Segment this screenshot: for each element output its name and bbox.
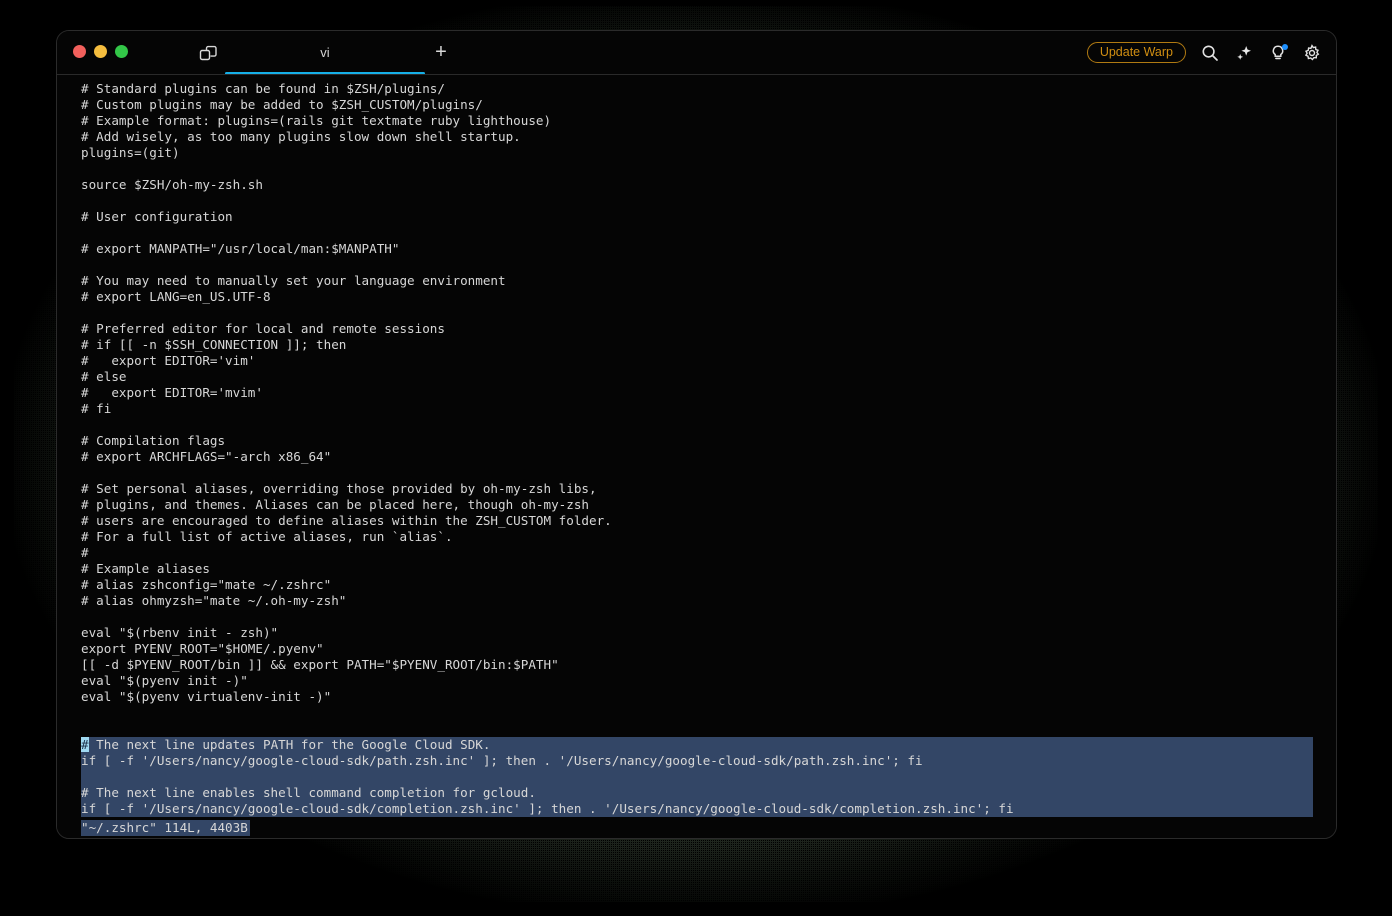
terminal-line: # Preferred editor for local and remote … [81, 321, 445, 336]
terminal-line: [[ -d $PYENV_ROOT/bin ]] && export PATH=… [81, 657, 559, 672]
minimize-button[interactable] [94, 45, 107, 58]
selected-line-3 [81, 769, 1313, 785]
terminal-line: source $ZSH/oh-my-zsh.sh [81, 177, 263, 192]
terminal-line: # For a full list of active aliases, run… [81, 529, 453, 544]
terminal-line: # export LANG=en_US.UTF-8 [81, 289, 271, 304]
terminal-line: # export ARCHFLAGS="-arch x86_64" [81, 449, 332, 464]
selected-line-1-text: The next line updates PATH for the Googl… [88, 737, 491, 752]
selected-line-4: # The next line enables shell command co… [81, 785, 1313, 801]
terminal-line: # Example aliases [81, 561, 210, 576]
terminal-line: # Set personal aliases, overriding those… [81, 481, 597, 496]
vi-cursor: # [81, 737, 89, 752]
terminal-line: # export MANPATH="/usr/local/man:$MANPAT… [81, 241, 400, 256]
terminal-line: # plugins, and themes. Aliases can be pl… [81, 497, 589, 512]
terminal-line: # fi [81, 401, 112, 416]
maximize-button[interactable] [115, 45, 128, 58]
selected-line-5: if [ -f '/Users/nancy/google-cloud-sdk/c… [81, 801, 1313, 817]
terminal-line: # alias zshconfig="mate ~/.zshrc" [81, 577, 332, 592]
split-pane-icon[interactable] [197, 45, 221, 63]
traffic-lights [73, 45, 128, 58]
selected-line-1: # The next line updates PATH for the Goo… [81, 737, 1313, 753]
selected-line-2: if [ -f '/Users/nancy/google-cloud-sdk/p… [81, 753, 1313, 769]
terminal-line: # else [81, 369, 127, 384]
terminal-line: # Compilation flags [81, 433, 226, 448]
gear-icon[interactable] [1302, 43, 1322, 63]
terminal-line: # Example format: plugins=(rails git tex… [81, 113, 552, 128]
lightbulb-icon[interactable] [1268, 43, 1288, 63]
terminal-line: eval "$(rbenv init - zsh)" [81, 625, 279, 640]
terminal-window: vi + Update Warp # Standard plugins can … [56, 30, 1337, 839]
terminal-line: export PYENV_ROOT="$HOME/.pyenv" [81, 641, 324, 656]
terminal-line: # Add wisely, as too many plugins slow d… [81, 129, 521, 144]
terminal-scrollback: # Standard plugins can be found in $ZSH/… [57, 81, 1336, 737]
terminal-line: # You may need to manually set your lang… [81, 273, 506, 288]
terminal-line: # users are encouraged to define aliases… [81, 513, 612, 528]
terminal-line: # export EDITOR='vim' [81, 353, 256, 368]
search-icon[interactable] [1200, 43, 1220, 63]
notification-dot [1282, 43, 1288, 50]
terminal-line: # Standard plugins can be found in $ZSH/… [81, 81, 445, 96]
vi-status-line: "~/.zshrc" 114L, 4403B [81, 820, 250, 836]
terminal-line: # alias ohmyzsh="mate ~/.oh-my-zsh" [81, 593, 347, 608]
close-button[interactable] [73, 45, 86, 58]
terminal-line: # [81, 545, 89, 560]
tab-label: vi [320, 45, 330, 60]
title-bar: vi + Update Warp [57, 31, 1336, 75]
titlebar-tools: Update Warp [1086, 31, 1322, 74]
terminal-line: # Custom plugins may be added to $ZSH_CU… [81, 97, 483, 112]
terminal-line: eval "$(pyenv init -)" [81, 673, 248, 688]
terminal-body[interactable]: # Standard plugins can be found in $ZSH/… [57, 75, 1336, 838]
terminal-line: plugins=(git) [81, 145, 180, 160]
new-tab-button[interactable]: + [429, 31, 453, 74]
terminal-line: # export EDITOR='mvim' [81, 385, 263, 400]
update-warp-button[interactable]: Update Warp [1086, 41, 1186, 64]
terminal-line: # User configuration [81, 209, 233, 224]
tab-vi[interactable]: vi [225, 31, 425, 74]
terminal-line: eval "$(pyenv virtualenv-init -)" [81, 689, 332, 704]
terminal-line: # if [[ -n $SSH_CONNECTION ]]; then [81, 337, 347, 352]
ai-sparkle-icon[interactable] [1234, 43, 1254, 63]
